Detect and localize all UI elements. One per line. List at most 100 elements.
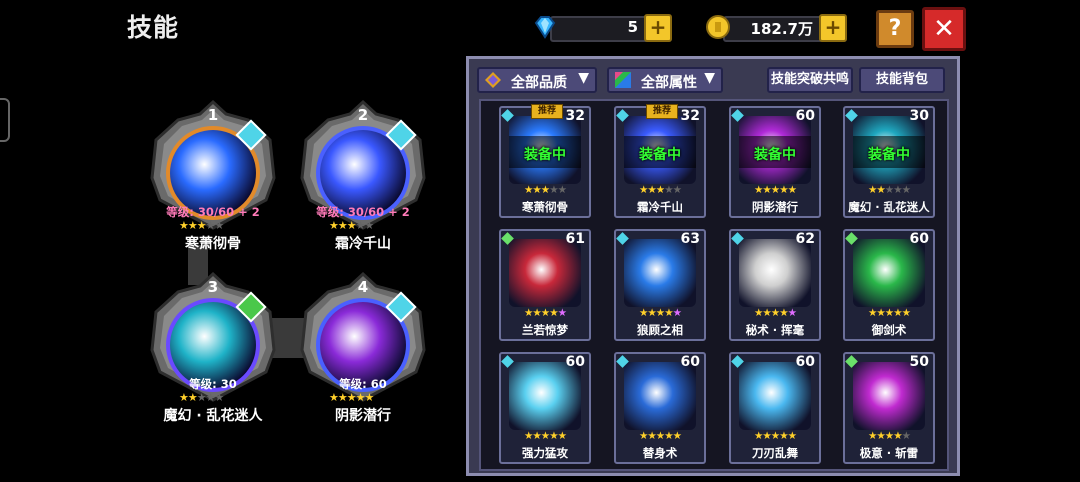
equipped-label: 装备中	[639, 147, 681, 163]
skill-stars: ★★★★★	[638, 184, 682, 196]
attribute-filter-dropdown[interactable]: 全部属性 ▼	[607, 67, 723, 93]
skill-stars: ★★★★★	[523, 430, 567, 442]
skill-stars: ★★★★★	[523, 184, 567, 196]
equipped-slot-1[interactable]: 1 等级: 30/60 + 2 ★★★★★ 寒萧彻骨	[148, 100, 278, 252]
help-button[interactable]: ?	[876, 10, 914, 48]
skill-name: 替身术	[642, 446, 678, 460]
skill-stars: ★★★★★	[867, 307, 911, 319]
equipped-label: 装备中	[524, 147, 566, 163]
skill-stars: ★★★★★	[638, 307, 682, 319]
skill-card[interactable]: 63 ★★★★★ 狼顾之相	[614, 229, 706, 341]
recommend-badge: 推荐	[531, 104, 563, 119]
skill-name: 魔幻 · 乱花迷人	[848, 200, 930, 214]
skill-card[interactable]: 61 ★★★★★ 兰若惊梦	[499, 229, 591, 341]
skill-level: 60	[565, 354, 585, 370]
equipped-label: 装备中	[868, 147, 910, 163]
skill-icon	[739, 239, 811, 307]
gold-count: 182.7万	[750, 20, 813, 38]
skill-icon	[509, 239, 581, 307]
skill-name: 寒萧彻骨	[522, 200, 568, 214]
skill-card[interactable]: 60 ★★★★★ 替身术	[614, 352, 706, 464]
slot-number: 4	[357, 278, 369, 296]
quality-diamond-icon	[485, 72, 501, 88]
slot-skill-name: 阴影潜行	[335, 408, 391, 424]
slot-skill-name: 魔幻 · 乱花迷人	[163, 408, 263, 424]
slot-level: 等级: 30/60 + 2	[166, 205, 260, 219]
skill-icon	[853, 362, 925, 430]
skill-level: 60	[795, 354, 815, 370]
skill-card[interactable]: 60 ★★★★★ 强力猛攻	[499, 352, 591, 464]
skill-stars: ★★★★★	[753, 430, 797, 442]
skill-card[interactable]: 60 ★★★★★ 刀刃乱舞	[729, 352, 821, 464]
skill-stars: ★★★★★	[638, 430, 682, 442]
chevron-down-icon: ▼	[578, 70, 589, 86]
attribute-icon	[615, 72, 631, 88]
skill-icon	[509, 362, 581, 430]
side-drawer-handle[interactable]	[0, 98, 10, 142]
skill-name: 极意 · 斩雷	[859, 446, 919, 460]
skill-level: 50	[909, 354, 929, 370]
skill-icon	[624, 239, 696, 307]
skill-stars: ★★★★★	[867, 184, 911, 196]
coin-icon	[706, 15, 730, 39]
skill-name: 刀刃乱舞	[752, 446, 798, 460]
equipped-slot-3[interactable]: 3 等级: 30 ★★★★★ 魔幻 · 乱花迷人	[148, 272, 278, 424]
skill-name: 强力猛攻	[522, 446, 568, 460]
skill-grid: 32 推荐 装备中 ★★★★★ 寒萧彻骨 32 推荐 装备中 ★★★★★ 霜冷千山 60 装备…	[479, 99, 949, 471]
slot-stars: ★★★★★	[329, 391, 374, 404]
slot-level: 等级: 60	[339, 377, 387, 391]
equipped-label: 装备中	[754, 147, 796, 163]
skill-icon	[739, 362, 811, 430]
slot-skill-name: 寒萧彻骨	[185, 236, 241, 252]
equipped-slot-2[interactable]: 2 等级: 30/60 + 2 ★★★★★ 霜冷千山	[298, 100, 428, 252]
equipped-slot-4[interactable]: 4 等级: 60 ★★★★★ 阴影潜行	[298, 272, 428, 424]
slot-number: 1	[207, 106, 219, 124]
skill-level: 60	[795, 108, 815, 124]
slot-number: 2	[357, 106, 369, 124]
skill-level: 63	[680, 231, 700, 247]
close-button[interactable]: ✕	[922, 7, 966, 51]
skill-name: 阴影潜行	[752, 200, 798, 214]
skill-name: 秘术 · 挥毫	[745, 323, 805, 337]
skill-stars: ★★★★★	[867, 430, 911, 442]
quality-filter-dropdown[interactable]: 全部品质 ▼	[477, 67, 597, 93]
gem-currency: 5 +	[532, 14, 672, 42]
skill-stars: ★★★★★	[523, 307, 567, 319]
skill-name: 狼顾之相	[637, 323, 683, 337]
skill-icon	[853, 239, 925, 307]
breakthrough-resonance-button[interactable]: 技能突破共鸣	[767, 67, 853, 93]
skill-icon	[624, 362, 696, 430]
skill-card[interactable]: 30 装备中 ★★★★★ 魔幻 · 乱花迷人	[843, 106, 935, 218]
skill-card[interactable]: 62 ★★★★★ 秘术 · 挥毫	[729, 229, 821, 341]
skill-level: 61	[565, 231, 585, 247]
slot-stars: ★★★★★	[179, 219, 224, 232]
chevron-down-icon: ▼	[704, 70, 715, 86]
slot-skill-name: 霜冷千山	[335, 236, 391, 252]
add-gems-button[interactable]: +	[644, 14, 672, 42]
slot-level: 等级: 30/60 + 2	[316, 205, 410, 219]
skill-card[interactable]: 50 ★★★★★ 极意 · 斩雷	[843, 352, 935, 464]
slot-stars: ★★★★★	[329, 219, 374, 232]
skill-name: 霜冷千山	[637, 200, 683, 214]
skill-name: 兰若惊梦	[522, 323, 568, 337]
slot-number: 3	[207, 278, 219, 296]
skill-card[interactable]: 32 推荐 装备中 ★★★★★ 霜冷千山	[614, 104, 706, 218]
skill-level: 60	[909, 231, 929, 247]
page-title: 技能	[127, 13, 180, 42]
gem-count: 5	[627, 18, 638, 36]
skill-card[interactable]: 32 推荐 装备中 ★★★★★ 寒萧彻骨	[499, 104, 591, 218]
skill-name: 御剑术	[871, 323, 907, 337]
skill-bag-button[interactable]: 技能背包	[859, 67, 945, 93]
skill-level: 32	[680, 108, 700, 124]
slot-stars: ★★★★★	[179, 391, 224, 404]
skill-stars: ★★★★★	[753, 184, 797, 196]
add-gold-button[interactable]: +	[819, 14, 847, 42]
diamond-icon	[534, 16, 556, 39]
skill-list-panel: 全部品质 ▼ 全部属性 ▼ 技能突破共鸣 技能背包 32 推荐装备中 ★★★★★ 寒…	[466, 56, 960, 476]
skill-card[interactable]: 60 ★★★★★ 御剑术	[843, 229, 935, 341]
quality-filter-label: 全部品质	[511, 75, 567, 91]
skill-level: 62	[795, 231, 815, 247]
skill-card[interactable]: 60 装备中 ★★★★★ 阴影潜行	[729, 106, 821, 218]
attribute-filter-label: 全部属性	[641, 75, 697, 91]
skill-stars: ★★★★★	[753, 307, 797, 319]
